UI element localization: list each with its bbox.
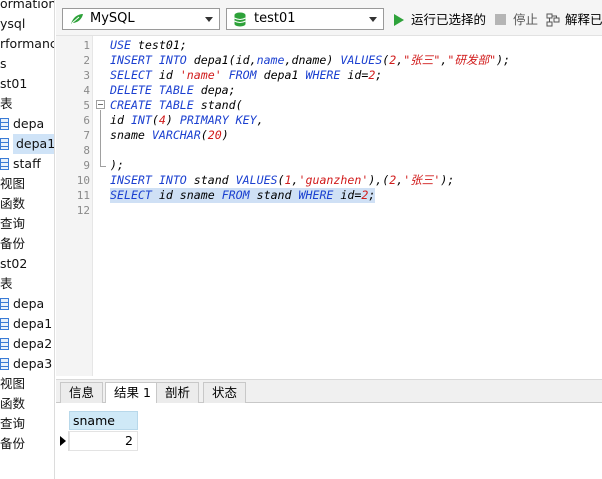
line-number-gutter: 1 2 3 4 5 6 7 8 9 10 11 12 [56, 36, 93, 376]
play-icon [394, 14, 404, 26]
tree-item-label: ormation_ [0, 0, 54, 11]
explain-label: 解释已 [565, 12, 602, 27]
line-number: 9 [83, 159, 90, 172]
line-number: 12 [76, 204, 90, 217]
tree-item-label: 表 [0, 276, 13, 291]
chevron-down-icon [205, 17, 213, 22]
stop-label: 停止 [513, 12, 539, 27]
code-line[interactable]: INSERT INTO stand VALUES(1,'guanzhen'),(… [110, 173, 454, 188]
tree-item-label: st01 [0, 76, 28, 91]
connection-value: MySQL [90, 11, 135, 26]
tree-item-label: depa3 [13, 356, 53, 371]
result-tab[interactable]: 状态 [203, 382, 247, 404]
line-number: 2 [83, 54, 90, 67]
code-line[interactable]: CREATE TABLE stand( [110, 98, 243, 113]
table-icon [0, 138, 9, 150]
tree-item-label: 备份 [0, 236, 26, 251]
code-line[interactable]: id INT(4) PRIMARY KEY, [110, 113, 264, 128]
object-tree: ormation_ysqlrformancsst01表depadepa1staf… [0, 0, 55, 479]
explain-icon [546, 13, 560, 27]
tree-item-label: depa1 [13, 134, 54, 154]
result-tab[interactable]: 信息 [60, 382, 104, 404]
connection-select[interactable]: MySQL [62, 8, 220, 30]
line-number: 10 [76, 174, 90, 187]
database-select[interactable]: test01 [226, 8, 384, 30]
fold-collapse-icon[interactable] [96, 100, 105, 109]
tree-item-label: 查询 [0, 416, 26, 431]
tree-item-label: rformanc [0, 36, 55, 51]
grid-cell[interactable]: 2 [69, 431, 138, 451]
table-icon [0, 118, 9, 130]
code-line[interactable]: ); [110, 158, 124, 173]
line-number: 8 [83, 144, 90, 157]
line-number: 6 [83, 114, 90, 127]
tree-item-label: 表 [0, 96, 13, 111]
chevron-down-icon [369, 17, 377, 22]
tree-item-label: 查询 [0, 216, 26, 231]
table-icon [0, 318, 9, 330]
result-tabs: 信息 结果 1 剖析 状态 [56, 379, 602, 405]
tree-item-label: depa [13, 296, 45, 311]
stop-icon [495, 14, 506, 25]
result-tab[interactable]: 结果 1 [105, 382, 160, 405]
explain-button[interactable]: 解释已 [546, 10, 602, 30]
run-selected-button[interactable]: 运行已选择的 [394, 10, 486, 30]
tree-item-label: depa [13, 116, 45, 131]
stop-button[interactable]: 停止 [495, 10, 538, 30]
database-value: test01 [254, 11, 296, 26]
code-line[interactable]: SELECT id 'name' FROM depa1 WHERE id=2; [110, 68, 382, 83]
result-grid[interactable]: sname 2 [56, 403, 602, 479]
tree-item-label: depa1 [13, 316, 53, 331]
column-header-sname[interactable]: sname [69, 411, 138, 430]
code-line[interactable]: sname VARCHAR(20) [110, 128, 229, 143]
tree-item-label: s [0, 56, 7, 71]
code-line[interactable]: INSERT INTO depa1(id,name,dname) VALUES(… [110, 53, 510, 68]
mysql-leaf-icon [71, 14, 83, 24]
tree-item-label: 备份 [0, 436, 26, 451]
tree-item-label: 函数 [0, 196, 26, 211]
database-icon [234, 12, 246, 27]
tree-item-label: staff [13, 156, 41, 171]
line-number: 11 [76, 189, 90, 202]
fold-guide-end [100, 166, 106, 167]
line-number: 1 [83, 39, 90, 52]
run-selected-label: 运行已选择的 [411, 12, 487, 27]
tree-item-label: 视图 [0, 376, 26, 391]
tree-item-label: ysql [0, 16, 26, 31]
code-line[interactable]: SELECT id sname FROM stand WHERE id=2; [110, 188, 376, 203]
table-icon [0, 358, 9, 370]
line-number: 7 [83, 129, 90, 142]
code-line[interactable]: DELETE TABLE depa; [110, 83, 236, 98]
table-icon [0, 298, 9, 310]
code-line[interactable]: USE test01; [110, 38, 187, 53]
sql-editor[interactable]: 1 2 3 4 5 6 7 8 9 10 11 12 USE test01; INSERT INTO d… [56, 36, 602, 376]
tree-item-label: 视图 [0, 176, 26, 191]
query-toolbar: MySQL test01 运行已选择的 停止 解释已 [56, 0, 602, 36]
tree-item-label: depa2 [13, 336, 53, 351]
line-number: 3 [83, 69, 90, 82]
table-icon [0, 338, 9, 350]
table-icon [0, 158, 9, 170]
line-number: 5 [83, 99, 90, 112]
result-tab[interactable]: 剖析 [156, 382, 200, 404]
current-row-indicator-icon [56, 431, 69, 451]
tree-item-label: st02 [0, 256, 28, 271]
fold-guide-line [100, 110, 101, 166]
line-number: 4 [83, 84, 90, 97]
tree-item-label: 函数 [0, 396, 26, 411]
